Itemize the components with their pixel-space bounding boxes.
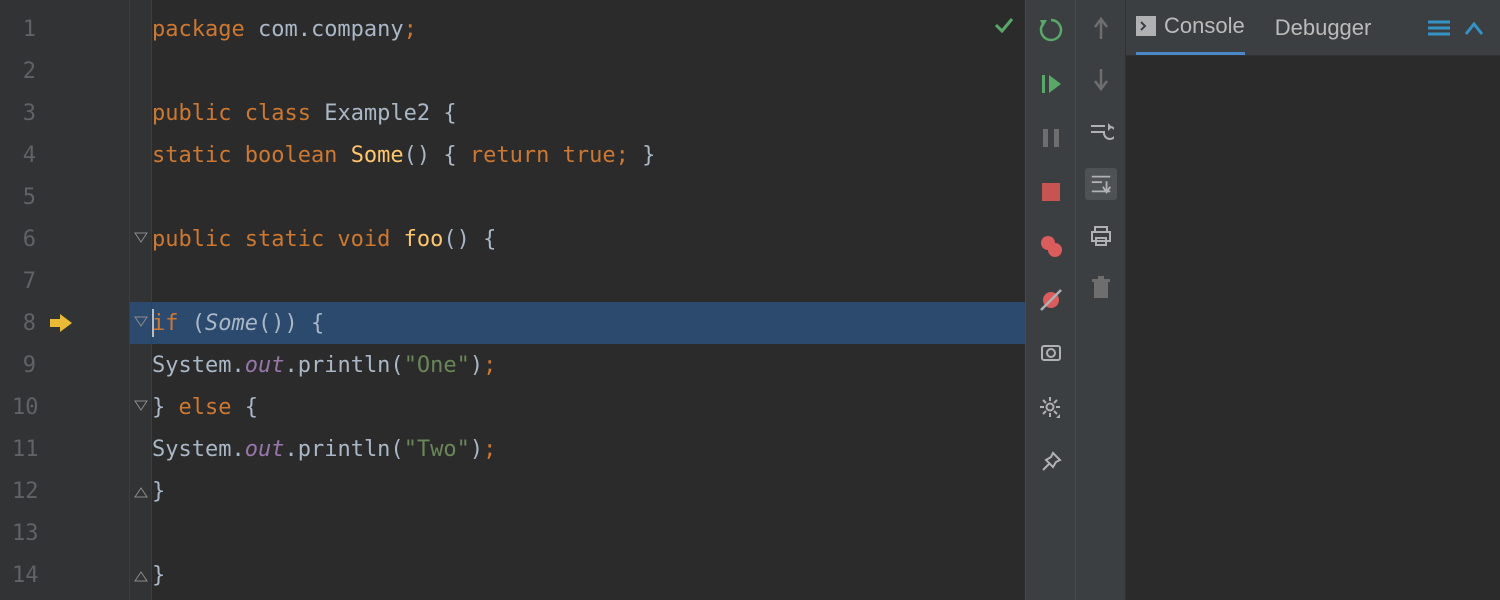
line-number[interactable]: 12 [0,470,129,512]
console-output[interactable] [1126,56,1500,600]
line-gutter: 1 2 3 4 5 6 7 8 9 10 11 12 13 14 [0,0,130,600]
code-line[interactable] [152,50,1025,92]
line-number[interactable]: 8 [0,302,129,344]
line-number[interactable]: 10 [0,386,129,428]
fold-toggle[interactable] [130,302,151,344]
code-line[interactable] [152,176,1025,218]
stop-button[interactable] [1035,176,1067,208]
code-line[interactable]: System.out.println("One"); [152,344,1025,386]
line-number[interactable]: 2 [0,50,129,92]
code-line[interactable]: System.out.println("Two"); [152,428,1025,470]
fold-gutter [130,0,152,600]
code-line-current[interactable]: if (Some()) { [152,302,1025,344]
line-number[interactable]: 1 [0,8,129,50]
tab-debugger[interactable]: Debugger [1275,0,1372,55]
mute-breakpoints-button[interactable] [1035,284,1067,316]
fold-toggle[interactable] [130,218,151,260]
drop-frame-button[interactable] [1085,64,1117,96]
up-arrow-icon[interactable] [1464,20,1484,36]
debug-tabs: Console Debugger [1126,0,1500,56]
pause-button[interactable] [1035,122,1067,154]
code-line[interactable]: public static void foo() { [152,218,1025,260]
debug-main: Console Debugger [1126,0,1500,600]
restore-layout-button[interactable] [1085,116,1117,148]
resume-button[interactable] [1035,68,1067,100]
line-number[interactable]: 11 [0,428,129,470]
tab-console[interactable]: Console [1136,0,1245,55]
line-number[interactable]: 4 [0,134,129,176]
code-editor: 1 2 3 4 5 6 7 8 9 10 11 12 13 14 [0,0,1025,600]
view-breakpoints-button[interactable] [1035,230,1067,262]
code-line[interactable] [152,512,1025,554]
line-number[interactable]: 3 [0,92,129,134]
debug-panel: Console Debugger [1075,0,1500,600]
clear-all-button[interactable] [1085,272,1117,304]
tab-label: Console [1164,13,1245,39]
layout-icon[interactable] [1426,19,1452,37]
debug-step-toolbar [1076,0,1126,600]
fold-toggle[interactable] [130,386,151,428]
code-line[interactable]: package com.company; [152,8,1025,50]
execution-pointer-icon [50,314,72,332]
console-icon [1136,16,1156,36]
fold-toggle[interactable] [130,470,151,512]
settings-button[interactable] [1035,392,1067,424]
scroll-to-stack-button[interactable] [1085,168,1117,200]
pin-button[interactable] [1035,446,1067,478]
code-area[interactable]: package com.company; public class Exampl… [152,0,1025,600]
code-line[interactable] [152,260,1025,302]
caret [152,309,154,337]
line-number[interactable]: 14 [0,554,129,596]
line-number[interactable]: 9 [0,344,129,386]
line-number[interactable]: 13 [0,512,129,554]
debug-toolbar [1025,0,1075,600]
print-button[interactable] [1085,220,1117,252]
fold-toggle[interactable] [130,554,151,596]
code-line[interactable]: } else { [152,386,1025,428]
inspection-ok-icon[interactable] [993,14,1015,36]
get-thread-dump-button[interactable] [1035,338,1067,370]
code-line[interactable]: static boolean Some() { return true; } [152,134,1025,176]
line-number[interactable]: 6 [0,218,129,260]
rerun-button[interactable] [1035,14,1067,46]
tab-label: Debugger [1275,15,1372,41]
code-line[interactable]: } [152,554,1025,596]
line-number[interactable]: 5 [0,176,129,218]
return-to-frame-button[interactable] [1085,12,1117,44]
code-line[interactable]: public class Example2 { [152,92,1025,134]
line-number[interactable]: 7 [0,260,129,302]
code-line[interactable]: } [152,470,1025,512]
